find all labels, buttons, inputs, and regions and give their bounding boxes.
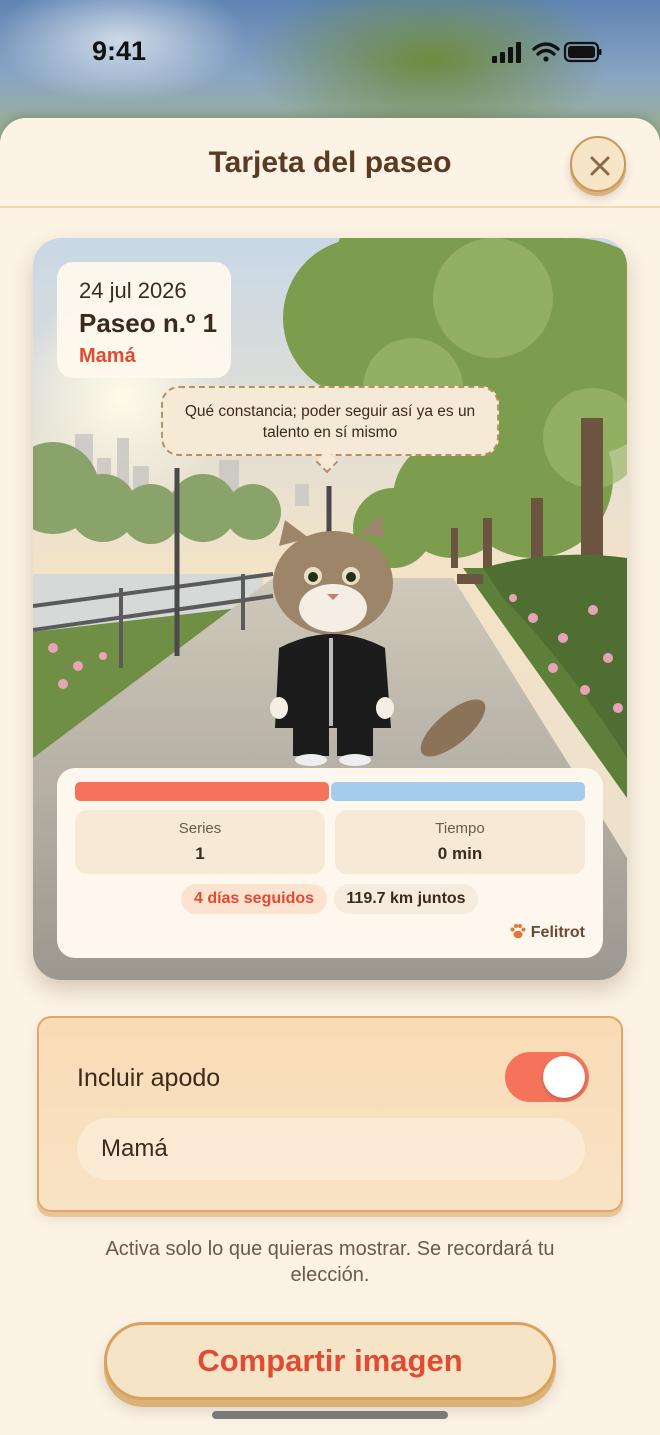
walk-number: Paseo n.º 1 [79,308,218,338]
distance-chip: 119.7 km juntos [334,884,478,914]
series-bar [75,782,329,801]
card-nickname: Mamá [79,345,136,367]
walk-date: 24 jul 2026 [79,278,187,303]
stat-series: Series 1 [75,810,325,874]
share-sheet: Tarjeta del paseo 24 jul 2026 Paseo n.º … [0,118,660,1435]
paw-icon [510,924,526,939]
hint-text: Activa solo lo que quieras mostrar. Se r… [105,1238,555,1286]
nickname-field[interactable]: Mamá [77,1118,585,1180]
stat-label: Tiempo [435,820,485,837]
share-image-button[interactable]: Compartir imagen [104,1322,556,1400]
time-bar [331,782,585,801]
close-button[interactable] [570,136,626,192]
status-bar: 9:41 [0,0,660,104]
status-time: 9:41 [92,36,147,66]
status-icons [492,40,602,69]
stat-label: Series [178,820,222,837]
speech-bubble: Qué constancia; poder seguir así ya es u… [161,386,499,456]
walk-info-box: 24 jul 2026 Paseo n.º 1 Mamá [57,262,231,378]
stat-value: 1 [195,844,205,863]
sheet-header: Tarjeta del paseo [0,118,660,208]
include-nickname-toggle[interactable] [505,1052,589,1102]
stats-panel: Series 1 Tiempo 0 min 4 días seguidos 11… [57,768,603,958]
wifi-icon [532,42,560,62]
stat-time: Tiempo 0 min [335,810,585,874]
include-nickname-label: Incluir apodo [77,1064,221,1092]
battery-icon [563,41,602,63]
close-icon [590,156,610,176]
signal-icon [492,42,521,63]
streak-chip: 4 días seguidos [181,884,327,914]
stat-value: 0 min [437,844,483,863]
share-options-panel: Incluir apodo Mamá [37,1016,623,1212]
home-indicator [212,1411,448,1419]
toggle-knob [543,1056,585,1098]
brand-name: Felitrot [530,924,585,941]
walk-card: 24 jul 2026 Paseo n.º 1 Mamá Qué constan… [33,238,627,980]
brand-label: Felitrot [509,922,585,942]
sheet-title: Tarjeta del paseo [208,146,452,179]
